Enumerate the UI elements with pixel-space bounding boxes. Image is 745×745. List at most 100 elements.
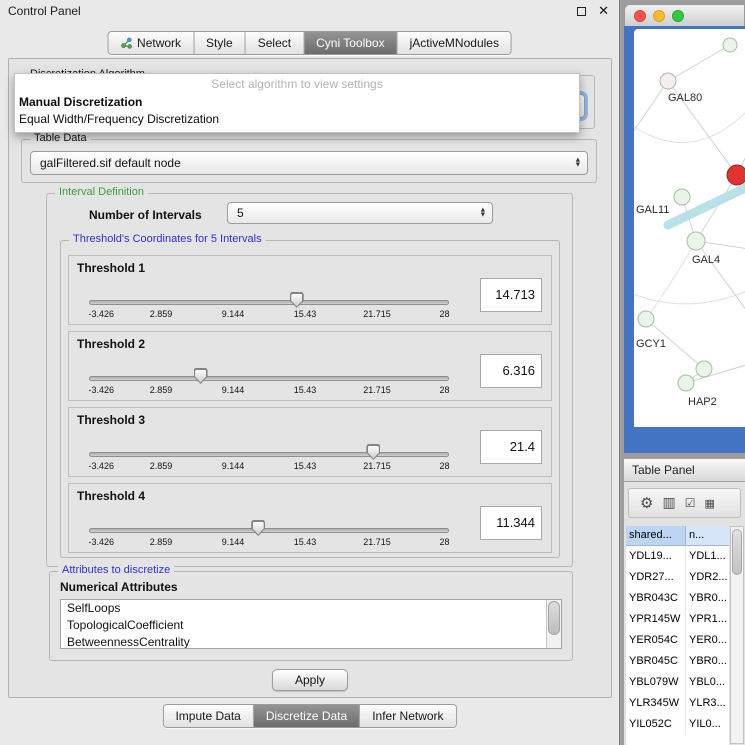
tab-style[interactable]: Style	[193, 32, 245, 54]
group-title: Threshold's Coordinates for 5 Intervals	[69, 233, 266, 245]
zoom-traffic-light-icon[interactable]	[672, 10, 684, 22]
table-column-header[interactable]: n...	[686, 526, 729, 546]
network-node-selected[interactable]	[727, 165, 745, 185]
table-row[interactable]: YLR345WYLR3...	[626, 693, 729, 714]
network-node[interactable]	[723, 38, 737, 52]
combo-selected-value: 5	[237, 206, 244, 220]
table-row[interactable]: YIL052CYIL0...	[626, 714, 729, 735]
slider-track[interactable]	[89, 528, 449, 533]
bottom-tab-discretize-data[interactable]: Discretize Data	[253, 705, 359, 727]
tab-network[interactable]: Network	[108, 32, 193, 54]
network-node[interactable]	[696, 361, 712, 377]
slider-scale-label: 21.715	[363, 537, 391, 547]
network-node[interactable]	[687, 232, 705, 250]
attribute-item-selfloops[interactable]: SelfLoops	[61, 600, 546, 617]
table-cell[interactable]: YDR27...	[626, 567, 686, 588]
table-row[interactable]: YBL079WYBL0...	[626, 672, 729, 693]
threshold-slider[interactable]: -3.4262.8599.14415.4321.71528	[89, 332, 449, 400]
table-row[interactable]: YBR045CYBR0...	[626, 651, 729, 672]
threshold-slider[interactable]: -3.4262.8599.14415.4321.71528	[89, 408, 449, 476]
table-row[interactable]: YBR043CYBR0...	[626, 588, 729, 609]
threshold-value-field[interactable]: 14.713	[480, 278, 542, 312]
dropdown-placeholder-option[interactable]: Select algorithm to view settings	[15, 74, 579, 94]
scrollbar-thumb[interactable]	[548, 601, 560, 635]
table-cell[interactable]: YDL1...	[686, 546, 729, 567]
table-cell[interactable]: YIL0...	[686, 714, 729, 735]
attributes-scrollbar[interactable]	[546, 600, 561, 648]
number-of-intervals-combobox[interactable]: 5 ▲▼	[227, 202, 493, 224]
table-cell[interactable]: YPR145W	[626, 609, 686, 630]
table-scrollbar[interactable]	[730, 526, 744, 744]
network-node[interactable]	[678, 375, 694, 391]
table-cell[interactable]: YBR0...	[686, 651, 729, 672]
slider-track[interactable]	[89, 300, 449, 305]
table-data-group: Table Data galFiltered.sif default node …	[21, 139, 597, 183]
dropdown-option-equal-width-frequency[interactable]: Equal Width/Frequency Discretization	[15, 111, 579, 128]
tab-label: Infer Network	[372, 709, 443, 723]
network-node-label: HAP2	[688, 396, 717, 408]
table-cell[interactable]: YLR3...	[686, 693, 729, 714]
columns-icon[interactable]: ▥	[662, 496, 675, 510]
slider-thumb[interactable]	[251, 520, 265, 536]
attribute-item-betweennesscentrality[interactable]: BetweennessCentrality	[61, 634, 546, 649]
table-cell[interactable]: YDR2...	[686, 567, 729, 588]
table-header-row: shared...n...	[626, 526, 729, 546]
combo-arrows-icon: ▲▼	[481, 203, 485, 223]
network-icon	[120, 37, 132, 49]
close-icon[interactable]: ✕	[598, 5, 609, 18]
table-column-header[interactable]: shared...	[626, 526, 686, 546]
dropdown-option-manual-discretization[interactable]: Manual Discretization	[15, 94, 579, 111]
row-check-icon[interactable]: ☑	[685, 497, 696, 509]
table-cell[interactable]: YBR043C	[626, 588, 686, 609]
slider-track[interactable]	[89, 376, 449, 381]
slider-thumb[interactable]	[290, 292, 304, 308]
table-row[interactable]: YPR145WYPR1...	[626, 609, 729, 630]
slider-thumb[interactable]	[194, 368, 208, 384]
attribute-item-topologicalcoefficient[interactable]: TopologicalCoefficient	[61, 617, 546, 634]
bottom-tab-impute-data[interactable]: Impute Data	[163, 705, 252, 727]
table-cell[interactable]: YBR0...	[686, 588, 729, 609]
network-canvas[interactable]: GAL80GAL11GAL4GCY1HAP2	[634, 29, 745, 427]
table-data-combobox[interactable]: galFiltered.sif default node ▲▼	[30, 151, 588, 175]
apply-button[interactable]: Apply	[272, 669, 348, 691]
network-window-titlebar	[624, 4, 745, 26]
settings-icon[interactable]: ⚙	[640, 496, 653, 511]
table-cell[interactable]: YDL19...	[626, 546, 686, 567]
threshold-panel-3: Threshold 3-3.4262.8599.14415.4321.71528…	[68, 407, 552, 477]
network-node[interactable]	[660, 73, 676, 89]
minimize-traffic-light-icon[interactable]	[653, 10, 665, 22]
table-cell[interactable]: YER0...	[686, 630, 729, 651]
threshold-value-field[interactable]: 6.316	[480, 354, 542, 388]
tab-select[interactable]: Select	[245, 32, 303, 54]
grid-icon[interactable]: ▦	[704, 498, 714, 509]
slider-thumb[interactable]	[366, 444, 380, 460]
network-node[interactable]	[638, 311, 654, 327]
control-panel-window: Control Panel ✕ NetworkStyleSelectCyni T…	[0, 0, 620, 745]
threshold-slider[interactable]: -3.4262.8599.14415.4321.71528	[89, 256, 449, 324]
table-cell[interactable]: YBR045C	[626, 651, 686, 672]
table-cell[interactable]: YBL079W	[626, 672, 686, 693]
table-cell[interactable]: YBL0...	[686, 672, 729, 693]
table-cell[interactable]: YPR1...	[686, 609, 729, 630]
slider-track[interactable]	[89, 452, 449, 457]
table-cell[interactable]: YLR345W	[626, 693, 686, 714]
slider-scale-label: 28	[439, 385, 449, 395]
threshold-value-field[interactable]: 11.344	[480, 506, 542, 540]
close-traffic-light-icon[interactable]	[634, 10, 646, 22]
table-cell[interactable]: YER054C	[626, 630, 686, 651]
threshold-value-field[interactable]: 21.4	[480, 430, 542, 464]
tab-label: Cyni Toolbox	[316, 36, 384, 50]
table-row[interactable]: YDR27...YDR2...	[626, 567, 729, 588]
tab-jactivemnodules[interactable]: jActiveMNodules	[397, 32, 511, 54]
network-edge	[686, 359, 745, 383]
table-row[interactable]: YER054CYER0...	[626, 630, 729, 651]
network-node[interactable]	[674, 189, 690, 205]
scrollbar-thumb[interactable]	[732, 529, 742, 575]
table-row[interactable]: YDL19...YDL1...	[626, 546, 729, 567]
tab-cyni-toolbox[interactable]: Cyni Toolbox	[303, 32, 396, 54]
threshold-slider[interactable]: -3.4262.8599.14415.4321.71528	[89, 484, 449, 552]
bottom-tab-infer-network[interactable]: Infer Network	[359, 705, 455, 727]
float-window-icon[interactable]	[577, 7, 586, 16]
slider-scale-label: -3.426	[88, 537, 114, 547]
table-cell[interactable]: YIL052C	[626, 714, 686, 735]
